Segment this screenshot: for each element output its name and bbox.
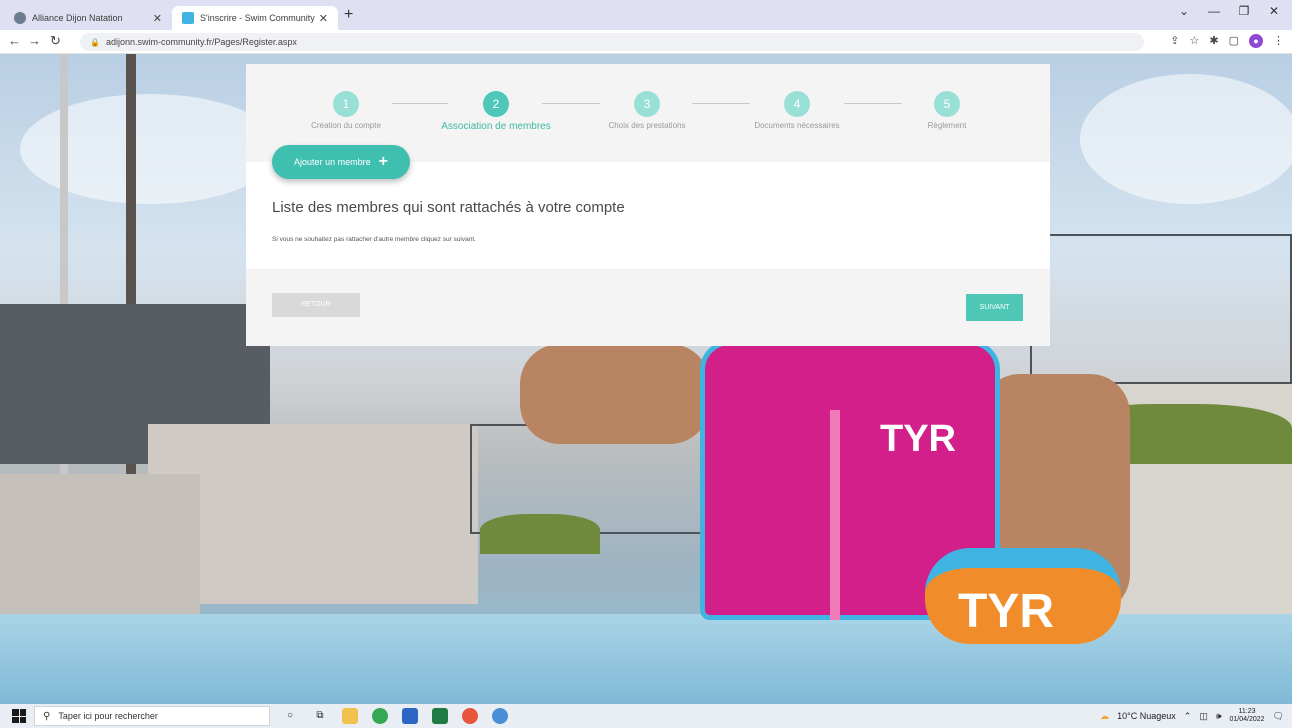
window-controls: ⌄ — ❐ ✕ (1170, 4, 1288, 18)
sidebar-icon[interactable]: ▢ (1229, 34, 1239, 48)
back-button[interactable]: RETOUR (272, 293, 360, 317)
browser-tab-register[interactable]: S'inscrire - Swim Community ✕ (172, 6, 338, 30)
next-button[interactable]: SUIVANT (966, 294, 1023, 321)
step-number: 5 (934, 91, 960, 117)
search-placeholder: Taper ici pour rechercher (58, 711, 158, 721)
tab-title: Alliance Dijon Natation (32, 13, 123, 23)
clock-time: 11:23 (1238, 708, 1256, 715)
tab-search-icon[interactable]: ⌄ (1170, 4, 1198, 18)
browser-toolbar-icons: ⇪ ☆ ✱ ▢ ● ⋮ (1170, 34, 1284, 48)
notification-icon[interactable]: 🗨 (1273, 711, 1284, 722)
close-window-icon[interactable]: ✕ (1260, 4, 1288, 18)
task-view-icon[interactable]: ⧉ (312, 708, 328, 724)
add-member-button[interactable]: Ajouter un membre + (272, 145, 410, 179)
step-creation-compte: 1 Création du compte (271, 91, 421, 130)
speaker-icon[interactable]: 🕪 (1216, 711, 1222, 722)
vest-zipper (830, 410, 840, 620)
back-arrow-icon[interactable]: ← (8, 33, 21, 48)
step-label: Documents nécessaires (754, 121, 840, 130)
reload-icon[interactable]: ↻ (50, 33, 61, 49)
bookmark-star-icon[interactable]: ☆ (1190, 34, 1200, 48)
members-hint: Si vous ne souhaitez pas rattacher d'aut… (272, 236, 476, 243)
step-label: Règlement (927, 121, 967, 130)
step-label: Association de membres (441, 121, 551, 132)
address-bar: ← → ↻ 🔒 adijonn.swim-community.fr/Pages/… (0, 30, 1292, 54)
swim-community-icon (182, 12, 194, 24)
cloud (1080, 74, 1292, 204)
registration-footer (246, 270, 1050, 346)
url-text: adijonn.swim-community.fr/Pages/Register… (105, 37, 297, 47)
taskbar-apps: ○ ⧉ (282, 708, 508, 724)
new-tab-button[interactable]: + (344, 6, 353, 24)
forward-arrow-icon[interactable]: → (28, 33, 41, 48)
chrome-profile-icon[interactable] (492, 708, 508, 724)
taskbar-search-input[interactable]: ⚲ Taper ici pour rechercher (34, 706, 270, 726)
tab-title: S'inscrire - Swim Community (200, 13, 315, 23)
share-icon[interactable]: ⇪ (1170, 34, 1179, 48)
maximize-icon[interactable]: ❐ (1230, 4, 1258, 18)
lock-icon: 🔒 (90, 37, 100, 47)
step-association-membres: 2 Association de membres (421, 91, 571, 132)
swimmer-arm (520, 344, 710, 444)
railing-right (1030, 234, 1292, 384)
firefox-icon[interactable] (462, 708, 478, 724)
close-tab-icon[interactable]: ✕ (319, 12, 328, 25)
search-icon: ⚲ (43, 710, 51, 722)
step-documents: 4 Documents nécessaires (722, 91, 872, 130)
members-list-title: Liste des membres qui sont rattachés à v… (272, 199, 625, 216)
file-explorer-icon[interactable] (342, 708, 358, 724)
profile-avatar[interactable]: ● (1249, 34, 1263, 48)
cortana-icon[interactable]: ○ (282, 708, 298, 724)
browser-tab-alliance[interactable]: Alliance Dijon Natation ✕ (4, 6, 172, 30)
weather-text[interactable]: 10°C Nuageux (1117, 711, 1176, 721)
close-tab-icon[interactable]: ✕ (153, 12, 162, 25)
plants (480, 514, 600, 554)
excel-icon[interactable] (432, 708, 448, 724)
windows-start-icon[interactable] (12, 709, 26, 723)
system-tray: ☁ 10°C Nuageux ⌃ ◫ 🕪 11:23 01/04/2022 🗨 (1100, 708, 1284, 724)
browser-tab-bar: Alliance Dijon Natation ✕ S'inscrire - S… (0, 0, 1292, 30)
word-icon[interactable] (402, 708, 418, 724)
step-reglement: 5 Règlement (872, 91, 1022, 130)
step-choix-prestations: 3 Choix des prestations (572, 91, 722, 130)
extensions-icon[interactable]: ✱ (1209, 34, 1218, 48)
step-label: Choix des prestations (608, 121, 686, 130)
plus-icon: + (378, 153, 388, 170)
chrome-icon[interactable] (372, 708, 388, 724)
cloud (20, 94, 280, 204)
step-label: Création du compte (311, 121, 381, 130)
clock-date: 01/04/2022 (1229, 716, 1265, 723)
ball-logo: TYR (958, 585, 1054, 638)
step-number: 4 (784, 91, 810, 117)
weather-icon: ☁ (1100, 710, 1110, 721)
step-number: 2 (483, 91, 509, 117)
globe-icon (14, 12, 26, 24)
minimize-icon[interactable]: — (1200, 4, 1228, 18)
step-number: 1 (333, 91, 359, 117)
url-input[interactable]: 🔒 adijonn.swim-community.fr/Pages/Regist… (80, 33, 1144, 51)
menu-icon[interactable]: ⋮ (1273, 34, 1284, 48)
vest-logo: TYR (880, 418, 956, 460)
add-member-label: Ajouter un membre (294, 157, 371, 167)
clock[interactable]: 11:23 01/04/2022 (1230, 708, 1265, 724)
network-icon[interactable]: ◫ (1199, 711, 1208, 722)
windows-taskbar: ⚲ Taper ici pour rechercher ○ ⧉ ☁ 10°C N… (0, 704, 1292, 728)
tray-chevron-icon[interactable]: ⌃ (1184, 711, 1192, 722)
step-number: 3 (634, 91, 660, 117)
